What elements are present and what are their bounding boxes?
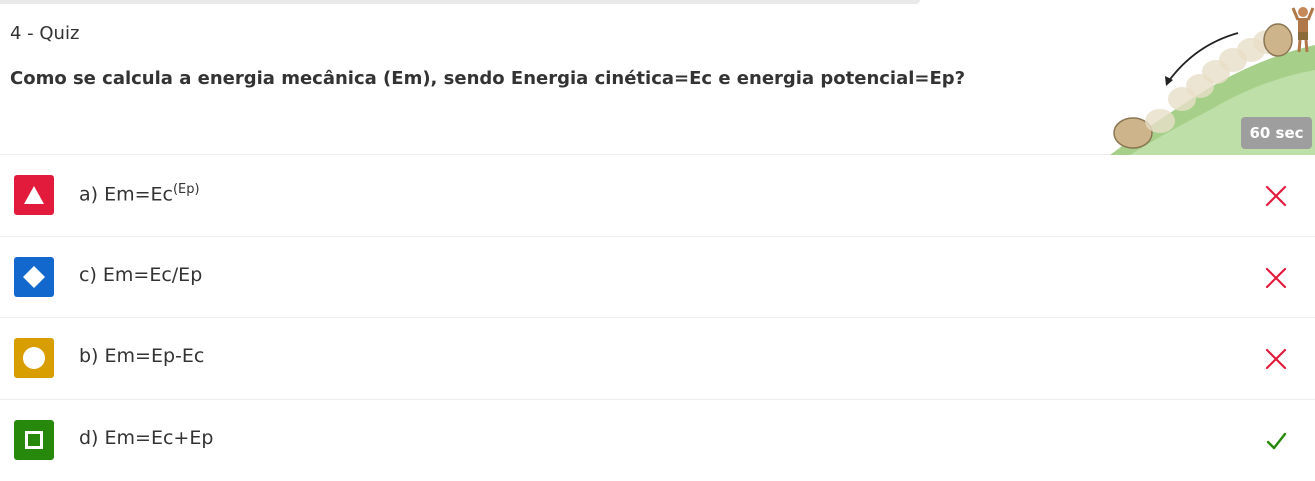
answer-text-main: a) Em=Ec <box>79 183 173 205</box>
timer-badge: 60 sec <box>1241 117 1312 149</box>
incorrect-icon <box>1262 345 1290 373</box>
answer-text: b) Em=Ep-Ec <box>79 345 204 367</box>
answer-text: a) Em=Ec(Ep) <box>79 182 200 205</box>
answer-text: d) Em=Ec+Ep <box>79 427 213 449</box>
circle-icon <box>14 338 54 378</box>
triangle-icon <box>14 175 54 215</box>
check-icon <box>1262 427 1290 455</box>
answer-list: a) Em=Ec(Ep) c) Em=Ec/Ep b) Em=Ep-Ec <box>0 155 1315 481</box>
answer-option: a) Em=Ec(Ep) <box>0 155 1315 237</box>
answer-option: c) Em=Ec/Ep <box>0 237 1315 319</box>
square-icon <box>14 420 54 460</box>
diamond-icon <box>14 257 54 297</box>
question-header: 4 - Quiz Como se calcula a energia mecân… <box>0 0 1315 155</box>
answer-option: b) Em=Ep-Ec <box>0 318 1315 400</box>
quiz-label: 4 - Quiz <box>10 23 79 44</box>
answer-option: d) Em=Ec+Ep <box>0 400 1315 481</box>
answer-superscript: (Ep) <box>173 182 200 197</box>
incorrect-icon <box>1262 182 1290 210</box>
incorrect-icon <box>1262 264 1290 292</box>
answer-text: c) Em=Ec/Ep <box>79 264 202 286</box>
question-text: Como se calcula a energia mecânica (Em),… <box>10 68 965 89</box>
